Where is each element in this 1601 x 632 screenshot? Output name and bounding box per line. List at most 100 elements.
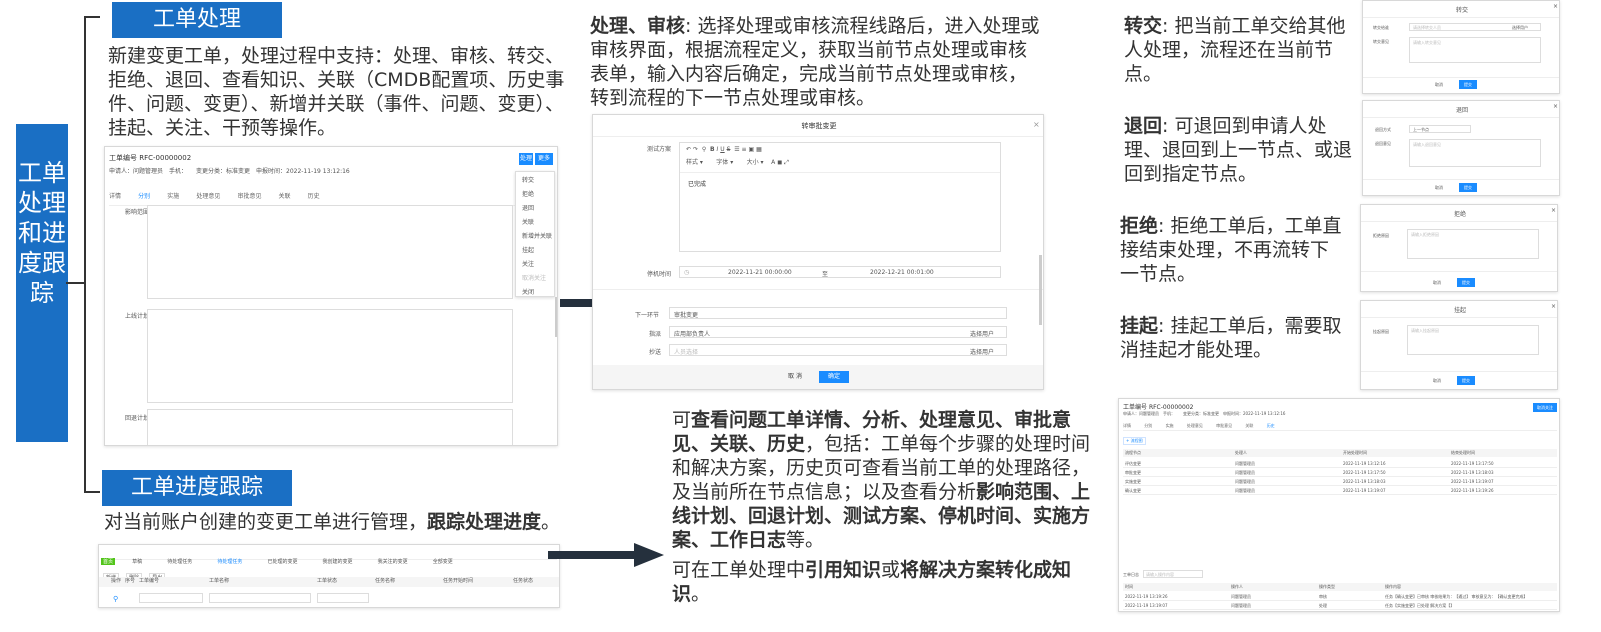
dialog-cancel-button[interactable]: 取 消 — [783, 371, 807, 383]
reject-reason-textarea[interactable]: 请输入拒绝原因 — [1407, 229, 1539, 259]
image-icon[interactable]: ▣ — [748, 146, 754, 153]
transfer-ok-button[interactable]: 提交 — [1459, 80, 1477, 89]
align-icon[interactable]: ≡ — [742, 146, 747, 153]
list-tab-todo-active[interactable]: 待处理任务 — [217, 558, 242, 565]
tab-relation[interactable]: 关联 — [279, 191, 291, 200]
detail-p1-pre: 可 — [672, 409, 692, 431]
menu-item-reject[interactable]: 拒绝 — [516, 188, 554, 202]
reject-cancel-button[interactable]: 取消 — [1433, 280, 1441, 286]
list-filter-id[interactable] — [139, 593, 203, 603]
return-cancel-button[interactable]: 取消 — [1435, 185, 1443, 191]
menu-item-close[interactable]: 关闭 — [516, 286, 554, 300]
menu-item-transfer[interactable]: 转交 — [516, 174, 554, 188]
menu-item-suspend[interactable]: 挂起 — [516, 244, 554, 258]
history-id-value: RFC-00000002 — [1148, 404, 1194, 411]
list-search-icon[interactable]: ⚲ — [113, 595, 118, 603]
tab-analysis[interactable]: 分别 — [138, 191, 150, 200]
flow-chart-button[interactable]: + 流程图 — [1123, 437, 1146, 445]
scrollbar[interactable] — [555, 297, 557, 337]
list-tab-all[interactable]: 全部变更 — [433, 558, 453, 565]
history-tab-relation[interactable]: 关联 — [1245, 423, 1253, 428]
cc-input[interactable]: 人员选择 选择用户 — [669, 344, 1007, 356]
bg-color-icon[interactable]: ◼ — [777, 159, 782, 166]
strike-icon[interactable]: S — [727, 146, 731, 153]
next-step-select[interactable]: 审批变更 — [669, 307, 1007, 319]
font-select[interactable]: 字体 — [716, 159, 728, 166]
size-select[interactable]: 大小 — [747, 159, 759, 166]
undo-icon[interactable]: ↶ — [686, 146, 691, 153]
dialog-scrollbar[interactable] — [1039, 255, 1042, 325]
history-tab-approval[interactable]: 审批意见 — [1216, 423, 1232, 428]
select-user-cc[interactable]: 选择用户 — [970, 347, 994, 356]
tab-implement[interactable]: 实施 — [167, 191, 179, 200]
transfer-select-user[interactable]: 选择用户 — [1512, 25, 1528, 31]
suspend-cancel-button[interactable]: 取消 — [1433, 378, 1441, 384]
menu-item-return[interactable]: 退回 — [516, 202, 554, 216]
log-search-input[interactable]: 请输入操作内容 — [1143, 570, 1203, 578]
menu-item-relate[interactable]: 关联 — [516, 216, 554, 230]
list-tab-todo[interactable]: 待处理任务 — [167, 558, 192, 565]
tab-approval[interactable]: 审批意见 — [237, 191, 261, 200]
transfer-user-input[interactable]: 请选择转交人员 选择用户 — [1409, 23, 1541, 31]
list-filter-status[interactable] — [317, 593, 369, 603]
table-cell: 2022-11-19 13:18:03 — [1343, 479, 1386, 484]
detail-p2-bold: 引用知识 — [805, 559, 882, 581]
more-button[interactable]: 更多 — [535, 153, 553, 165]
table-cell: 问题管理员 — [1231, 603, 1251, 608]
handle-button[interactable]: 处理 — [519, 153, 533, 165]
list-tab-created[interactable]: 我创建的变更 — [323, 558, 353, 565]
downtime-range-picker[interactable]: ◷ 2022-11-21 00:00:00 至 2022-12-21 00:01… — [679, 266, 1001, 278]
tab-opinion[interactable]: 处理意见 — [196, 191, 220, 200]
history-tab-detail[interactable]: 详情 — [1123, 423, 1131, 428]
redo-icon[interactable]: ↷ — [693, 146, 698, 153]
list-icon[interactable]: ☰ — [734, 146, 739, 153]
style-select[interactable]: 样式 — [686, 159, 698, 166]
handler-input[interactable]: 应用部负责人 选择用户 — [669, 326, 1007, 338]
menu-item-add-relate[interactable]: 新增并关联 — [516, 230, 554, 244]
history-tab-analysis[interactable]: 分别 — [1144, 423, 1152, 428]
list-col-status: 工单状态 — [317, 578, 338, 584]
history-tab-history[interactable]: 历史 — [1267, 423, 1275, 428]
list-tab-followed[interactable]: 我关注的变更 — [378, 558, 408, 565]
underline-icon[interactable]: U — [720, 146, 724, 153]
history-tab-implement[interactable]: 实施 — [1166, 423, 1174, 428]
transfer-opinion-textarea[interactable]: 请输入转交意见 — [1409, 37, 1541, 63]
italic-icon[interactable]: I — [717, 146, 719, 153]
tab-history[interactable]: 历史 — [308, 191, 320, 200]
field-rollback-editor[interactable] — [147, 409, 513, 445]
table-cell: 2022-11-19 13:18:03 — [1451, 470, 1494, 475]
menu-item-unfollow[interactable]: 取消关注 — [516, 272, 554, 286]
menu-item-follow[interactable]: 关注 — [516, 258, 554, 272]
bold-icon[interactable]: B — [710, 146, 715, 153]
dialog-ok-button[interactable]: 确定 — [819, 371, 849, 383]
suspend-reason-textarea[interactable]: 请输入挂起原因 — [1407, 325, 1539, 355]
reject-placeholder: 请输入拒绝原因 — [1411, 232, 1439, 237]
select-user-handler[interactable]: 选择用户 — [970, 329, 994, 338]
list-filter-name[interactable] — [209, 593, 311, 603]
history-tab-opinion[interactable]: 处理意见 — [1187, 423, 1203, 428]
fullscreen-icon[interactable]: ⤢ — [784, 159, 789, 166]
search-icon[interactable]: ⚲ — [702, 146, 706, 153]
return-close-icon[interactable]: × — [1553, 103, 1558, 110]
dialog-close-icon[interactable]: × — [1033, 120, 1040, 129]
return-method-select[interactable]: 上一节点 — [1409, 125, 1471, 133]
test-plan-editor[interactable]: ↶ ↷ ⚲ B I U S ☰ ≡ ▣ ▦ 样式 ▾ 字体 ▾ 大小 ▾ A ◼… — [679, 142, 1001, 252]
transfer-cancel-button[interactable]: 取消 — [1435, 82, 1443, 88]
field-impact-editor[interactable] — [147, 205, 513, 299]
font-color-icon[interactable]: A — [771, 159, 775, 166]
transfer-close-icon[interactable]: × — [1553, 3, 1558, 10]
reject-ok-button[interactable]: 提交 — [1457, 278, 1475, 287]
editor-toolbar: ↶ ↷ ⚲ B I U S ☰ ≡ ▣ ▦ 样式 ▾ 字体 ▾ 大小 ▾ A ◼… — [680, 143, 1000, 173]
return-ok-button[interactable]: 提交 — [1459, 183, 1477, 192]
lcol-operator: 操作人 — [1231, 584, 1243, 589]
reject-close-icon[interactable]: × — [1551, 207, 1556, 214]
suspend-ok-button[interactable]: 提交 — [1457, 376, 1475, 385]
list-tab-done[interactable]: 已处理的变更 — [267, 558, 297, 565]
history-unfollow-button[interactable]: 取消关注 — [1533, 403, 1557, 412]
field-launch-editor[interactable] — [147, 309, 513, 403]
return-opinion-textarea[interactable]: 请输入退回意见 — [1409, 139, 1541, 167]
tab-detail[interactable]: 详情 — [109, 191, 121, 200]
suspend-close-icon[interactable]: × — [1551, 303, 1556, 310]
transfer-opinion-placeholder: 请输入转交意见 — [1413, 40, 1441, 45]
table-icon[interactable]: ▦ — [756, 146, 762, 153]
